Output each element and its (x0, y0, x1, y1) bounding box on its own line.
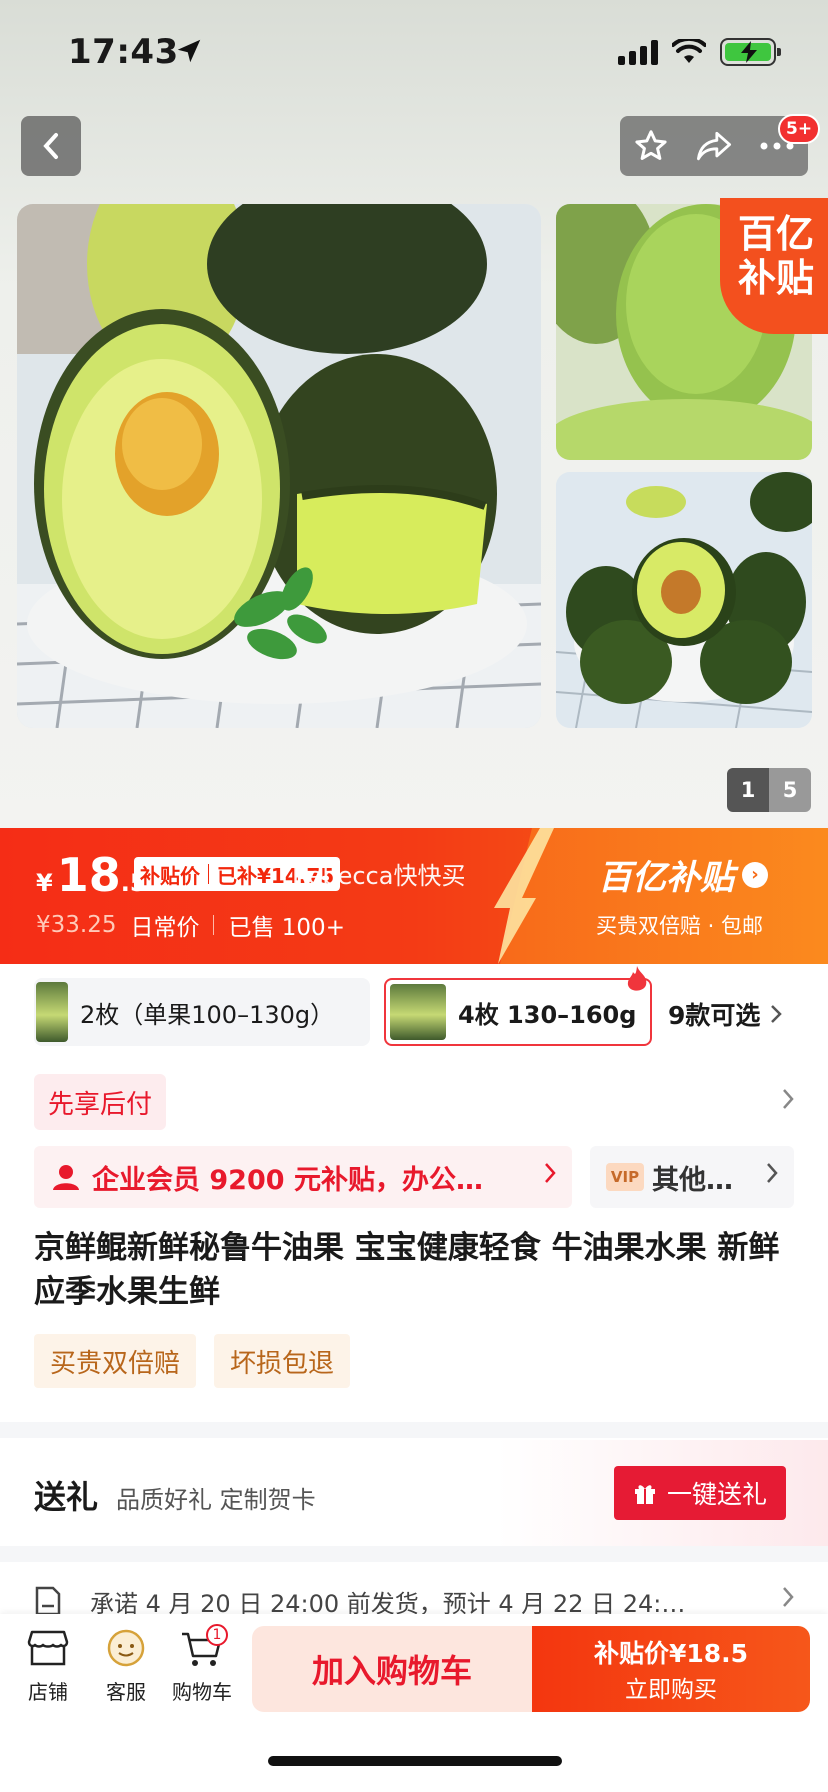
variant-thumbnail (36, 982, 68, 1042)
vip-icon: VIP (606, 1163, 644, 1191)
promo-row: 企业会员 9200 元补贴，办公… VIP 其他… (34, 1146, 794, 1208)
service-tag[interactable]: 买贵双倍赔 (34, 1334, 197, 1388)
chevron-right-icon (545, 1163, 556, 1183)
seller-name: Rebecca快快买 (292, 862, 466, 890)
chevron-right-icon (783, 1587, 794, 1607)
message-badge: 5+ (778, 114, 821, 144)
image-pager: 1 5 (727, 768, 811, 812)
send-gift-label: 一键送礼 (666, 1480, 767, 1509)
variant-option[interactable]: 2枚（单果100–130g） (34, 978, 370, 1046)
chevron-left-icon (43, 133, 58, 159)
cart-tab[interactable]: 购物车 1 (166, 1624, 238, 1705)
daily-price-label: 日常价 (130, 915, 200, 941)
price-meta: ¥33.25 日常价 已售 100+ (36, 908, 345, 942)
other-promo[interactable]: VIP 其他… (590, 1146, 794, 1208)
pay-later-badge: 先享后付 (34, 1074, 167, 1130)
cart-label: 购物车 (172, 1680, 232, 1704)
share-icon[interactable] (695, 129, 733, 163)
buy-now-button[interactable]: 补贴价¥18.5 立即购买 (532, 1626, 810, 1712)
home-indicator (268, 1756, 562, 1766)
gift-row: 送礼 品质好礼 定制贺卡 一键送礼 (0, 1440, 828, 1546)
price-integer: 18 (56, 848, 121, 902)
subsidy-logo[interactable]: 百亿补贴 › (598, 850, 768, 899)
shop-tab[interactable]: 店铺 (12, 1628, 84, 1705)
chevron-right-icon (767, 1163, 778, 1183)
product-image-main[interactable] (17, 204, 541, 728)
more-variants-button[interactable]: 9款可选 (668, 996, 783, 1032)
current-price: ¥ 18 .5 (36, 848, 147, 902)
cart-count-badge: 1 (206, 1624, 228, 1646)
section-divider (0, 1422, 828, 1438)
hot-flame-icon (627, 966, 647, 991)
variant-thumbnail (390, 984, 446, 1040)
gift-icon (634, 1485, 655, 1504)
variant-label: 2枚（单果100–130g） (80, 1000, 335, 1029)
chevron-right-icon: › (742, 861, 768, 888)
price-banner: ¥ 18 .5 补贴价 已补¥14.75 Rebecca快快买 ¥33.25 日… (0, 828, 828, 964)
other-promo-text: 其他… (652, 1164, 733, 1196)
customer-service-icon (107, 1629, 145, 1667)
enterprise-promo-text: 企业会员 9200 元补贴，办公… (92, 1164, 483, 1196)
buy-price-label: 补贴价¥18.5 (593, 1639, 749, 1668)
enterprise-member-promo[interactable]: 企业会员 9200 元补贴，办公… (34, 1146, 572, 1208)
back-button[interactable] (21, 116, 81, 176)
gift-title: 送礼 (34, 1478, 99, 1516)
service-tag[interactable]: 坏损包退 (214, 1334, 351, 1388)
subsidy-corner-badge: 百亿 补贴 (720, 198, 828, 334)
product-title: 京鲜鲲新鲜秘鲁牛油果 宝宝健康轻食 牛油果水果 新鲜应季水果生鲜 (34, 1230, 780, 1310)
star-icon[interactable] (633, 128, 669, 164)
gift-subtitle: 品质好礼 定制贺卡 (116, 1486, 316, 1514)
wifi-icon (672, 39, 706, 63)
more-variants-label: 9款可选 (668, 1001, 761, 1030)
subsidy-price-tag: 补贴价 (140, 863, 200, 888)
daily-price: ¥33.25 (36, 912, 117, 938)
status-time: 17:43 (68, 32, 179, 72)
product-gallery: 17:43 5+ 百亿 补贴 1 5 (0, 0, 828, 828)
product-image-thumb-2[interactable] (556, 472, 812, 728)
user-icon (53, 1165, 79, 1190)
sold-count: 已售 100+ (228, 915, 345, 941)
buy-now-label: 立即购买 (625, 1677, 717, 1703)
subsidy-logo-text: 百亿补贴 (598, 858, 734, 898)
lightning-decoration-icon (494, 828, 554, 964)
variant-selector: 2枚（单果100–130g） 4枚 130–160g 9款可选 (0, 966, 828, 1048)
currency-symbol: ¥ (36, 869, 53, 897)
customer-service-label: 客服 (106, 1680, 146, 1704)
shop-label: 店铺 (28, 1680, 68, 1704)
shop-icon (27, 1630, 69, 1666)
battery-icon (720, 38, 781, 66)
status-bar: 17:43 (0, 0, 828, 110)
pager-current: 1 (727, 768, 769, 812)
section-divider (0, 1546, 828, 1562)
pay-later-row[interactable]: 先享后付 (34, 1074, 794, 1132)
customer-service-tab[interactable]: 客服 (90, 1628, 162, 1705)
cellular-signal-icon (618, 39, 658, 65)
pager-total: 5 (769, 768, 811, 812)
avocado-image (17, 204, 541, 728)
chevron-right-icon (783, 1089, 794, 1109)
document-icon (35, 1586, 61, 1616)
add-to-cart-button[interactable]: 加入购物车 (252, 1626, 532, 1712)
variant-option-selected[interactable]: 4枚 130–160g (384, 966, 652, 1046)
subsidy-guarantee: 买贵双倍赔 · 包邮 (596, 914, 764, 938)
variant-label: 4枚 130–160g (458, 1000, 637, 1029)
avocado-plate-image (556, 472, 812, 728)
chevron-right-icon (771, 1005, 783, 1023)
send-gift-button[interactable]: 一键送礼 (614, 1466, 786, 1520)
location-arrow-icon (177, 39, 201, 63)
subsidy-corner-line2: 补贴 (737, 256, 814, 300)
service-tags: 买贵双倍赔 坏损包退 (34, 1334, 351, 1388)
subsidy-corner-line1: 百亿 (737, 212, 814, 256)
